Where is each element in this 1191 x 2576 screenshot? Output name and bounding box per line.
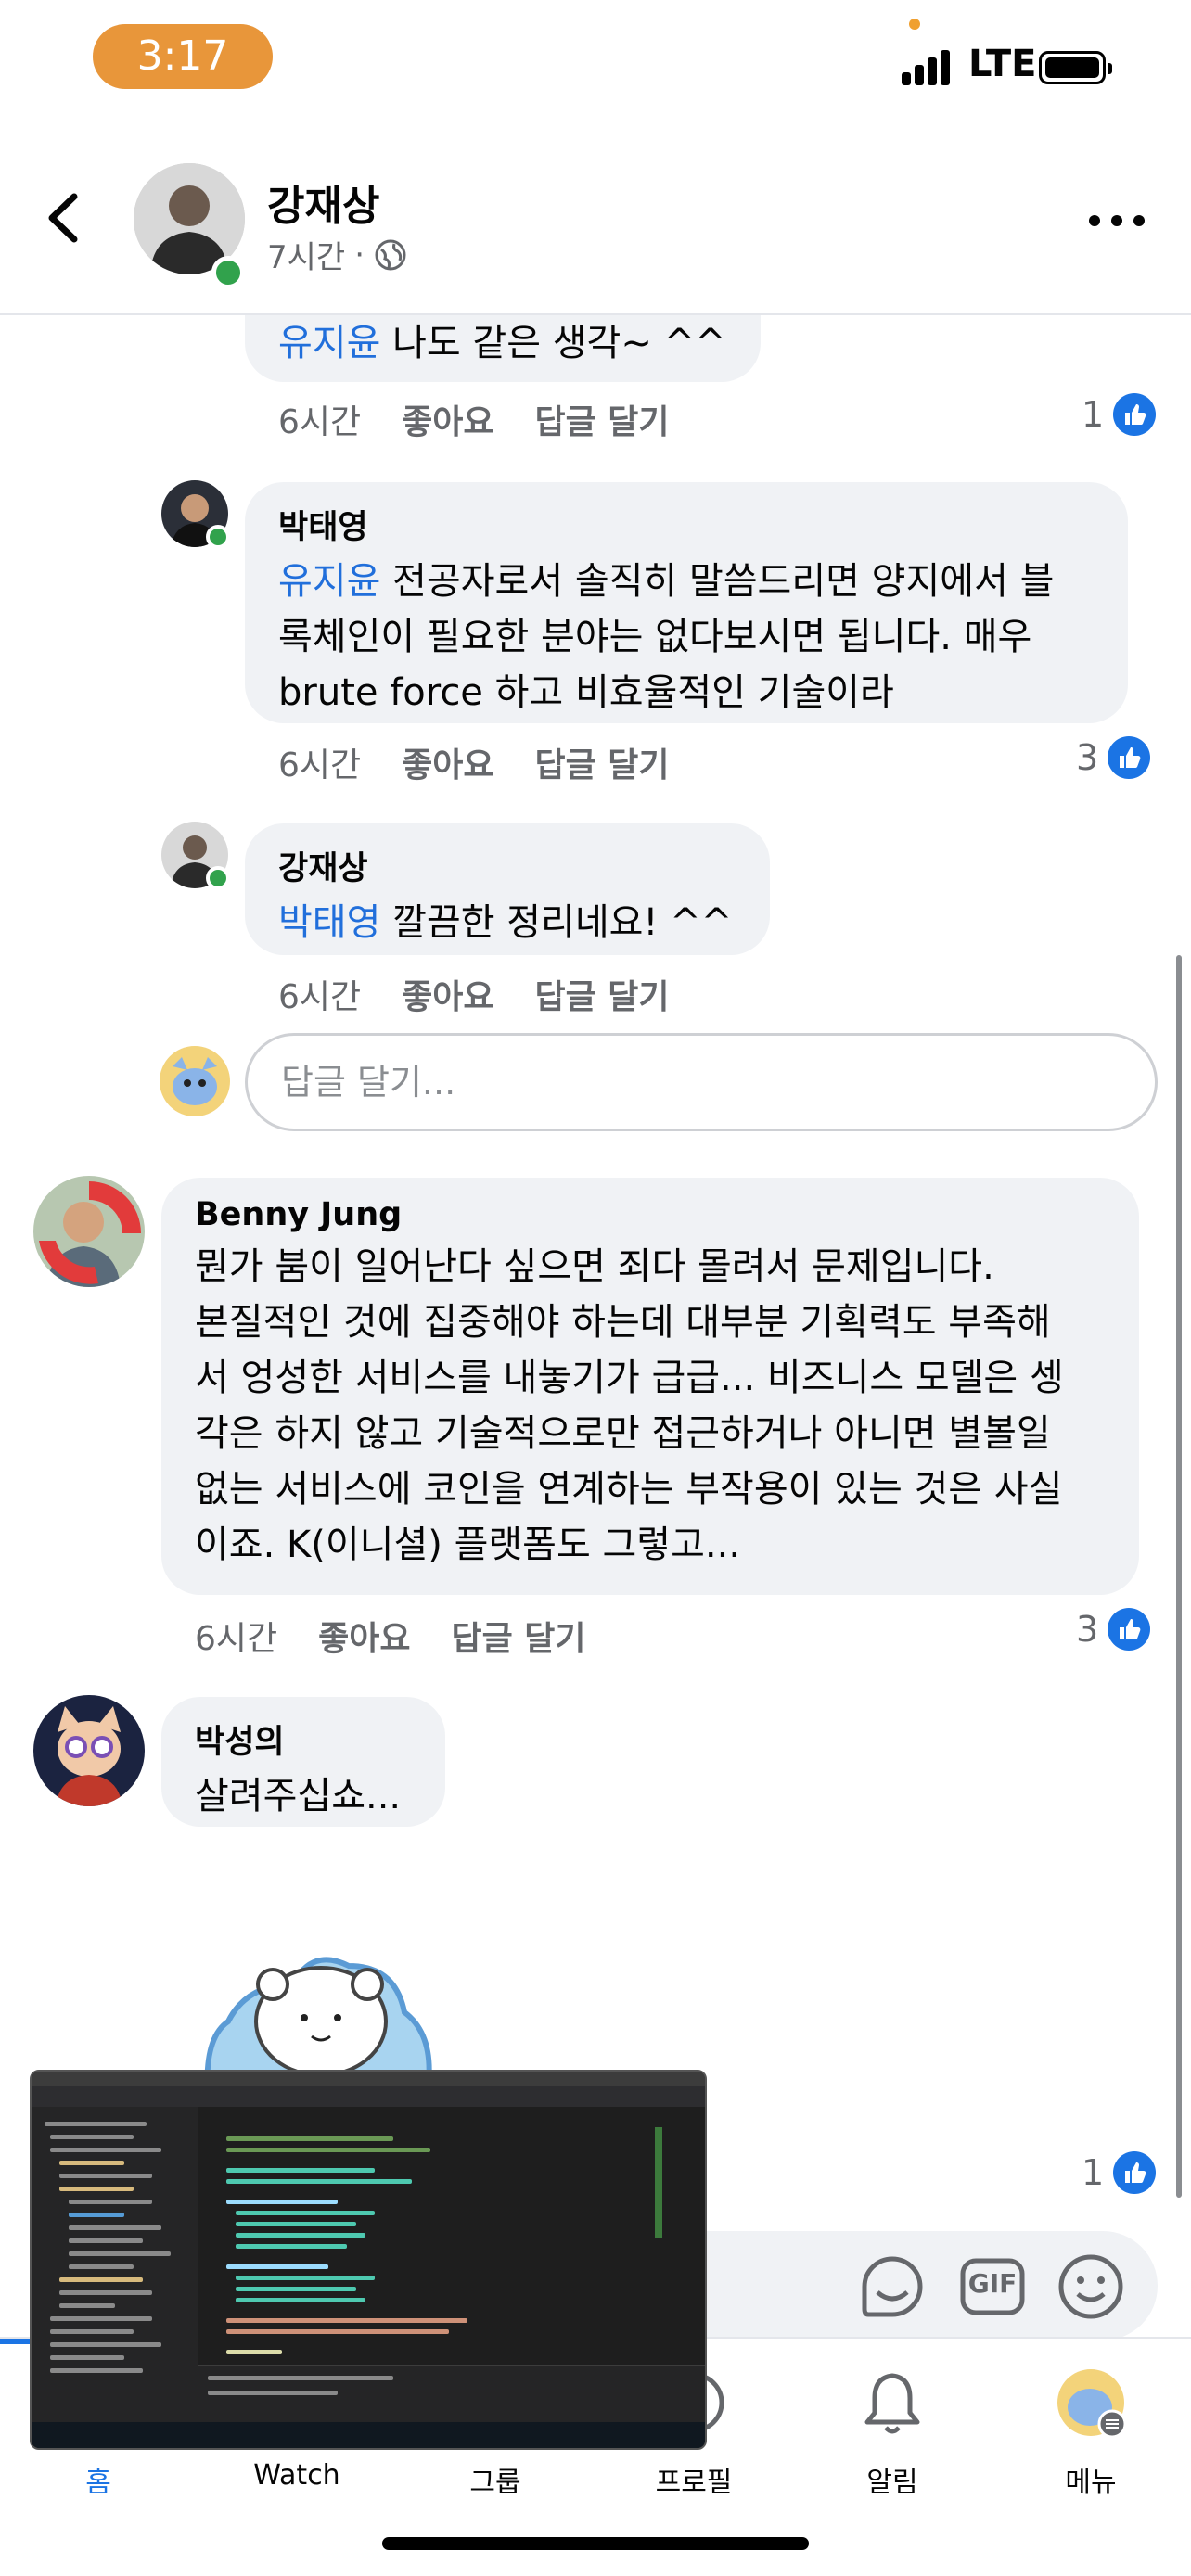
reaction-count-value: 3 (1076, 737, 1099, 778)
signal-icon (902, 48, 957, 85)
online-status-dot (206, 866, 230, 890)
reply-button[interactable]: 답글 달기 (535, 738, 670, 786)
like-button[interactable]: 좋아요 (402, 738, 493, 786)
post-meta: 7시간 · (267, 232, 407, 277)
chevron-left-icon (48, 193, 78, 243)
comment-text-line: 록체인이 필요한 분야는 없다보시면 됩니다. 매우 (278, 616, 1032, 658)
like-button[interactable]: 좋아요 (402, 970, 493, 1018)
thumbs-up-icon (1108, 736, 1151, 779)
comment-text-line: 본질적인 것에 집중해야 하는데 대부분 기획력도 부족해 (195, 1301, 1051, 1344)
reply-input[interactable]: 답글 달기... (245, 1033, 1158, 1131)
comment-actions: 6시간 좋아요 답글 달기 (278, 738, 670, 786)
gif-label: GIF (967, 2268, 1018, 2299)
back-button[interactable] (37, 185, 93, 250)
nav-label: Watch (253, 2459, 340, 2492)
comment-author[interactable]: 강재상 (278, 842, 736, 889)
pip-scroll-marker (655, 2127, 662, 2238)
reply-button[interactable]: 답글 달기 (452, 1612, 586, 1660)
battery-icon (1039, 51, 1112, 84)
scrollbar[interactable] (1176, 955, 1182, 2198)
comment-text: 깔끔한 정리네요! ^^ (380, 901, 733, 944)
pip-titlebar (32, 2072, 705, 2086)
comment-bubble[interactable]: 강재상 박태영 깔끔한 정리네요! ^^ (245, 823, 770, 955)
commenter-avatar[interactable] (33, 1176, 145, 1287)
comment-actions: 6시간 좋아요 답글 달기 (278, 395, 670, 443)
nav-label: 홈 (85, 2467, 111, 2499)
reaction-count[interactable]: 3 (1076, 1608, 1151, 1651)
commenter-avatar[interactable] (33, 1695, 145, 1806)
nav-notifications[interactable]: 알림 (800, 2366, 985, 2533)
online-status-dot (211, 256, 245, 289)
my-avatar (160, 1046, 230, 1116)
comment-time: 6시간 (278, 403, 362, 441)
comment-author[interactable]: 박성의 (195, 1715, 412, 1763)
bell-icon (864, 2373, 920, 2434)
thumbs-up-icon (1113, 2151, 1157, 2194)
post-header: 강재상 7시간 · (0, 121, 1191, 315)
online-status-dot (206, 525, 230, 549)
gif-icon[interactable]: GIF (955, 2250, 1030, 2324)
comment-text-line: 없는 서비스에 코인을 연계하는 부작용이 있는 것은 사실 (195, 1468, 1063, 1511)
comment-text: 살려주십쇼... (195, 1775, 402, 1817)
reaction-count[interactable]: 1 (1082, 393, 1157, 436)
more-options-button[interactable] (1089, 211, 1145, 230)
comment-bubble[interactable]: 박성의 살려주십쇼... (161, 1697, 445, 1827)
comment-actions: 6시간 좋아요 답글 달기 (195, 1612, 586, 1660)
meta-separator: · (354, 236, 365, 274)
nav-label: 알림 (866, 2467, 918, 2499)
reaction-count[interactable]: 3 (1076, 736, 1151, 779)
comment-author[interactable]: 박태영 (278, 501, 1095, 548)
pip-taskbar (32, 2422, 705, 2448)
reaction-count-value: 3 (1076, 1609, 1099, 1650)
mention-link[interactable]: 박태영 (278, 901, 380, 944)
network-label: LTE (968, 43, 1037, 85)
comment-bubble[interactable]: Benny Jung 뭔가 붐이 일어난다 싶으면 죄다 몰려서 문제입니다. … (161, 1178, 1139, 1595)
like-button[interactable]: 좋아요 (402, 395, 493, 443)
status-bar: 3:17 LTE (0, 0, 1191, 121)
globe-icon (375, 239, 406, 270)
reaction-count[interactable]: 1 (1082, 2151, 1157, 2194)
home-indicator[interactable] (382, 2537, 809, 2550)
reply-button[interactable]: 답글 달기 (535, 970, 670, 1018)
status-time[interactable]: 3:17 (93, 24, 273, 89)
comment-text: 나도 같은 생각~ ^^ (380, 322, 726, 364)
pip-solution-explorer (32, 2107, 198, 2422)
comment-text-line: 각은 하지 않고 기술적으로만 접근하거나 아니면 별볼일 (195, 1412, 1051, 1455)
comment-time: 6시간 (278, 978, 362, 1016)
reaction-count-value: 1 (1082, 2152, 1105, 2193)
picture-in-picture-window[interactable] (30, 2070, 707, 2450)
comment-text-line: 이죠. K(이니셜) 플랫폼도 그렇고... (195, 1524, 741, 1566)
mention-link[interactable]: 유지윤 (278, 560, 380, 603)
sticker-icon[interactable] (855, 2250, 929, 2324)
pip-code-editor (208, 2127, 653, 2368)
comment-author[interactable]: Benny Jung (195, 1196, 1106, 1233)
nav-label: 그룹 (469, 2467, 521, 2499)
emoji-icon[interactable] (1054, 2250, 1128, 2324)
like-button[interactable]: 좋아요 (318, 1612, 410, 1660)
comment-time: 6시간 (195, 1620, 278, 1658)
menu-icon (1057, 2369, 1127, 2439)
author-name[interactable]: 강재상 (267, 172, 379, 232)
comment-actions: 6시간 좋아요 답글 달기 (278, 970, 670, 1018)
reply-button[interactable]: 답글 달기 (535, 395, 670, 443)
comment-text-line: brute force 하고 비효율적인 기술이라 (278, 671, 894, 714)
pip-output-panel (198, 2365, 705, 2424)
pip-menubar (32, 2086, 705, 2107)
comment-bubble[interactable]: 박태영 유지윤 전공자로서 솔직히 말씀드리면 양지에서 블 록체인이 필요한 … (245, 482, 1128, 723)
privacy-indicator-dot (909, 19, 920, 30)
thumbs-up-icon (1113, 393, 1157, 436)
thumbs-up-icon (1108, 1608, 1151, 1651)
nav-menu[interactable]: 메뉴 (998, 2366, 1184, 2533)
comment-text-line: 뭔가 붐이 일어난다 싶으면 죄다 몰려서 문제입니다. (195, 1245, 994, 1288)
comment-time: 6시간 (278, 746, 362, 784)
reaction-count-value: 1 (1082, 394, 1105, 435)
nav-label: 프로필 (655, 2467, 733, 2499)
mention-link[interactable]: 유지윤 (278, 322, 380, 364)
comment-text-line: 서 엉성한 서비스를 내놓기가 급급... 비즈니스 모델은 셍 (195, 1357, 1064, 1399)
nav-label: 메뉴 (1065, 2467, 1117, 2499)
post-time: 7시간 (267, 239, 346, 276)
comment-text-line: 전공자로서 솔직히 말씀드리면 양지에서 블 (380, 560, 1055, 603)
